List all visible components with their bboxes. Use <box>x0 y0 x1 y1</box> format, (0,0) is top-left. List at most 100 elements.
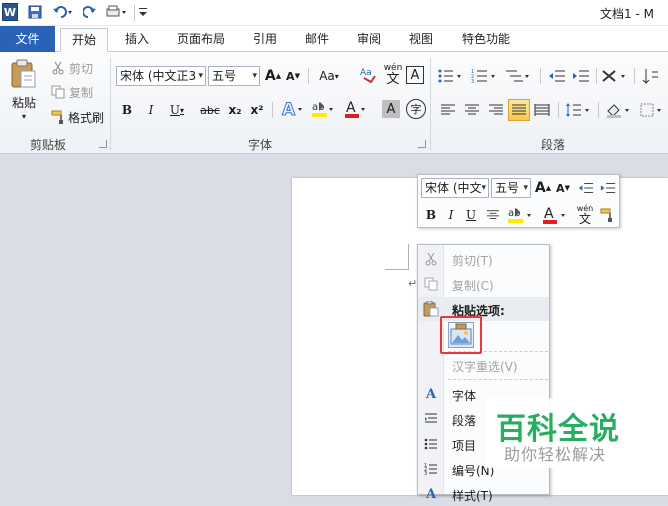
mini-increase-indent-icon[interactable] <box>598 179 618 197</box>
underline-label: U <box>169 103 181 117</box>
font-size-select[interactable]: 五号 ▾ <box>208 66 260 86</box>
line-spacing-icon[interactable] <box>564 100 594 120</box>
tab-insert[interactable]: 插入 <box>114 28 160 52</box>
mini-bold-button[interactable]: B <box>422 205 440 225</box>
underline-button[interactable]: U ▾ <box>166 100 188 120</box>
mini-decrease-indent-icon[interactable] <box>576 179 596 197</box>
svg-text:ab: ab <box>312 102 324 113</box>
format-painter-button[interactable]: 格式刷 <box>66 109 106 125</box>
menu-header-paste-options: 粘贴选项: <box>418 297 549 321</box>
mini-format-painter-icon[interactable] <box>598 205 616 225</box>
font-name-select[interactable]: 宋体 (中文正3 ▾ <box>116 66 206 86</box>
cut-button[interactable]: 剪切 <box>66 60 96 76</box>
clear-format-icon[interactable]: Aa <box>358 64 378 86</box>
bold-button[interactable]: B <box>118 100 136 120</box>
align-center-icon[interactable] <box>462 100 482 120</box>
format-painter-icon[interactable] <box>50 109 66 125</box>
group-separator <box>430 58 431 150</box>
phonetic-char-icon: 文 <box>578 211 591 226</box>
font-color-button[interactable]: A <box>342 98 368 120</box>
bullets-icon <box>423 436 439 452</box>
strikethrough-button[interactable]: abc <box>198 100 222 120</box>
paste-as-picture-button[interactable] <box>440 316 482 354</box>
menu-item-cut[interactable]: 剪切(T) <box>418 247 549 271</box>
undo-icon[interactable] <box>50 3 76 21</box>
paste-icon[interactable] <box>8 58 38 90</box>
align-left-icon[interactable] <box>438 100 458 120</box>
mini-font-color-button[interactable]: A <box>540 204 570 226</box>
paragraph-mark-icon: ↵ <box>408 277 418 290</box>
title-bar: W 文档1 - M <box>0 0 668 26</box>
menu-item-reconvert[interactable]: 汉字重选(V) <box>418 353 549 377</box>
cut-icon[interactable] <box>50 60 66 76</box>
character-border-button[interactable]: A <box>406 66 424 84</box>
tab-file[interactable]: 文件 <box>0 26 55 52</box>
clipboard-launcher-icon[interactable] <box>99 140 107 148</box>
mini-font-size-select[interactable]: 五号 ▾ <box>491 178 531 198</box>
mini-grow-font-icon[interactable]: A ▲ <box>534 178 552 198</box>
copy-icon[interactable] <box>50 84 66 100</box>
enclose-characters-button[interactable]: 字 <box>406 99 426 119</box>
bullets-icon[interactable] <box>436 66 466 86</box>
redo-icon[interactable] <box>82 3 98 21</box>
svg-text:3: 3 <box>471 79 474 84</box>
change-case-button[interactable]: Aa ▾ <box>314 66 344 86</box>
margin-corner-mark <box>385 244 409 270</box>
superscript-button[interactable]: x² <box>248 100 266 120</box>
font-group-label: 字体 <box>247 138 272 152</box>
character-shading-icon[interactable]: A <box>382 100 400 118</box>
mini-toolbar: 宋体 (中文 ▾ 五号 ▾ A ▲ A ▼ B I U ab A wén 文 <box>417 174 620 228</box>
increase-indent-icon[interactable] <box>570 66 592 86</box>
tab-references[interactable]: 引用 <box>244 28 286 52</box>
mini-underline-button[interactable]: U <box>462 205 480 225</box>
tab-review[interactable]: 审阅 <box>348 28 390 52</box>
tab-page-layout[interactable]: 页面布局 <box>168 28 234 52</box>
quick-print-icon[interactable] <box>104 3 130 21</box>
word-app-icon[interactable]: W <box>2 3 18 21</box>
tab-view[interactable]: 视图 <box>400 28 442 52</box>
mini-highlight-icon[interactable]: ab <box>506 204 536 226</box>
tab-special-features[interactable]: 特色功能 <box>452 28 520 52</box>
chinese-layout-icon[interactable] <box>600 66 630 86</box>
decrease-indent-icon[interactable] <box>546 66 568 86</box>
grow-font-icon[interactable]: A ▲ <box>264 66 282 86</box>
chevron-down-icon: ▾ <box>198 71 203 81</box>
mini-shrink-font-icon[interactable]: A ▼ <box>554 178 572 198</box>
paste-button[interactable]: 粘贴 <box>6 94 42 110</box>
multilevel-list-icon[interactable] <box>504 66 534 86</box>
font-separator <box>308 68 309 84</box>
clipboard-icon <box>423 301 439 317</box>
ribbon-home: 粘贴 ▾ 剪切 复制 格式刷 剪贴板 宋体 (中文正3 ▾ 五号 ▾ A ▲ A ▼ A… <box>0 52 668 154</box>
highlight-color-icon[interactable]: ab <box>310 98 336 120</box>
save-icon[interactable] <box>26 3 44 21</box>
distributed-icon[interactable] <box>532 100 552 120</box>
tab-home[interactable]: 开始 <box>60 28 108 52</box>
ribbon-tabs: 文件 开始 插入 页面布局 引用 邮件 审阅 视图 特色功能 <box>0 26 668 52</box>
mini-font-name-select[interactable]: 宋体 (中文 ▾ <box>421 178 489 198</box>
mini-center-icon[interactable] <box>484 205 502 225</box>
text-effects-icon[interactable]: A <box>280 98 306 120</box>
shrink-font-icon[interactable]: A ▼ <box>284 66 302 86</box>
menu-item-label: 字体 <box>452 389 477 403</box>
phonetic-guide-button[interactable]: wén 文 <box>382 62 404 88</box>
copy-button[interactable]: 复制 <box>66 84 96 100</box>
mini-phonetic-button[interactable]: wén 文 <box>574 203 596 227</box>
borders-icon[interactable] <box>638 100 666 120</box>
font-launcher-icon[interactable] <box>418 140 426 148</box>
customize-qa-icon[interactable] <box>137 3 149 21</box>
paste-dropdown-icon[interactable]: ▾ <box>17 110 31 122</box>
justify-icon[interactable] <box>508 99 530 121</box>
tab-mailings[interactable]: 邮件 <box>296 28 338 52</box>
shading-icon[interactable] <box>604 100 634 120</box>
italic-button[interactable]: I <box>142 100 160 120</box>
sort-icon[interactable] <box>640 66 662 86</box>
mini-italic-button[interactable]: I <box>442 205 460 225</box>
para-separator <box>634 68 635 84</box>
align-right-icon[interactable] <box>486 100 506 120</box>
subscript-button[interactable]: x₂ <box>226 100 244 120</box>
chevron-down-icon: ▾ <box>180 105 185 115</box>
svg-text:A: A <box>282 100 296 119</box>
menu-item-copy[interactable]: 复制(C) <box>418 272 549 296</box>
numbering-icon[interactable]: 123 <box>470 66 500 86</box>
menu-item-styles[interactable]: A 样式(T) <box>418 482 549 506</box>
